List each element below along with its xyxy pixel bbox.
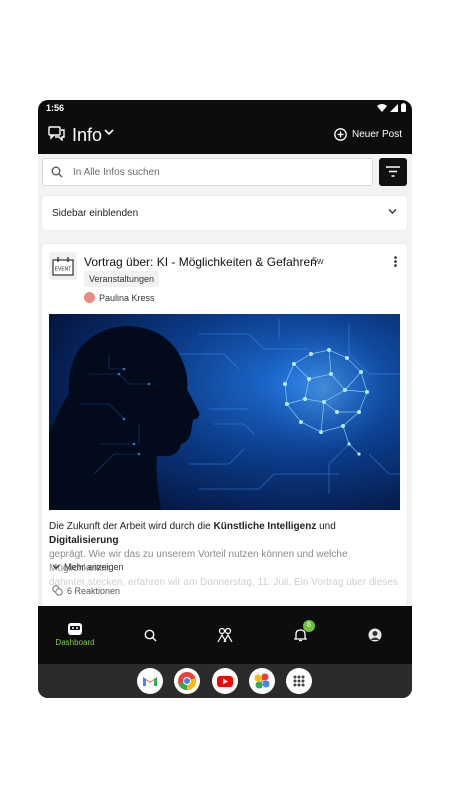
status-time: 1:56 xyxy=(46,103,65,113)
nav-people[interactable] xyxy=(188,606,262,664)
post-body-line-1: Die Zukunft der Arbeit wird durch die Kü… xyxy=(49,521,336,546)
device-screen: 1:56 Info Neuer Post In Alle Infos suche… xyxy=(38,100,412,698)
profile-icon xyxy=(368,628,382,642)
event-icon-text: EVENT xyxy=(55,267,72,273)
post-author[interactable]: Paulina Kress xyxy=(84,292,155,303)
category-tag[interactable]: Veranstaltungen xyxy=(84,271,160,287)
author-name: Paulina Kress xyxy=(99,292,155,303)
app-drawer-icon[interactable] xyxy=(286,668,312,694)
nav-profile[interactable] xyxy=(338,606,412,664)
new-post-button[interactable]: Neuer Post xyxy=(334,128,402,141)
search-icon xyxy=(51,166,63,178)
app-bar: Info Neuer Post xyxy=(38,116,412,154)
filter-button[interactable] xyxy=(379,158,407,186)
status-bar: 1:56 xyxy=(38,100,412,116)
chevron-down-icon xyxy=(52,564,60,570)
feed-content: In Alle Infos suchen Sidebar einblenden … xyxy=(38,154,412,606)
signal-icon xyxy=(390,103,398,112)
chrome-icon[interactable] xyxy=(174,668,200,694)
post-body: Die Zukunft der Arbeit wird durch die Kü… xyxy=(49,520,400,590)
reactions-label: 6 Reaktionen xyxy=(67,585,121,596)
chevron-down-icon[interactable] xyxy=(104,128,114,136)
wifi-icon xyxy=(377,103,387,112)
reaction-icon xyxy=(52,585,63,596)
search-icon xyxy=(144,629,156,641)
event-icon: EVENT xyxy=(49,252,77,280)
page-title[interactable]: Info xyxy=(72,125,102,146)
filter-icon xyxy=(386,166,400,177)
post-age: 5w xyxy=(312,256,324,266)
chat-icon[interactable] xyxy=(48,126,65,141)
reactions-summary[interactable]: 6 Reaktionen xyxy=(52,585,120,596)
nav-search[interactable] xyxy=(113,606,187,664)
android-dock xyxy=(38,664,412,698)
chevron-down-icon xyxy=(388,209,397,214)
people-icon xyxy=(217,627,233,643)
sidebar-toggle-label: Sidebar einblenden xyxy=(52,208,139,219)
nav-dashboard[interactable]: Dashboard xyxy=(38,606,112,664)
search-placeholder: In Alle Infos suchen xyxy=(73,167,160,178)
show-more-button[interactable]: Mehr anzeigen xyxy=(52,562,124,572)
dashboard-icon xyxy=(68,623,82,635)
photos-icon[interactable] xyxy=(249,668,275,694)
post-title[interactable]: Vortrag über: KI - Möglichkeiten & Gefah… xyxy=(84,255,317,269)
notifications-badge: 6 xyxy=(303,620,315,632)
youtube-icon[interactable] xyxy=(212,668,238,694)
search-input[interactable]: In Alle Infos suchen xyxy=(42,158,373,186)
bottom-navigation: Dashboard 6 xyxy=(38,606,412,664)
nav-dashboard-label: Dashboard xyxy=(55,638,95,647)
post-image[interactable] xyxy=(49,314,400,510)
post-card[interactable]: EVENT Vortrag über: KI - Möglichkeiten &… xyxy=(42,244,407,606)
status-icons xyxy=(377,103,406,112)
gmail-icon[interactable] xyxy=(137,668,163,694)
plus-circle-icon xyxy=(334,128,347,141)
show-more-label: Mehr anzeigen xyxy=(64,562,124,572)
avatar xyxy=(84,292,95,303)
sidebar-toggle[interactable]: Sidebar einblenden xyxy=(42,196,407,230)
more-options-icon[interactable] xyxy=(394,256,397,267)
battery-icon xyxy=(401,103,406,112)
nav-notifications[interactable]: 6 xyxy=(263,606,337,664)
new-post-label: Neuer Post xyxy=(351,129,402,140)
